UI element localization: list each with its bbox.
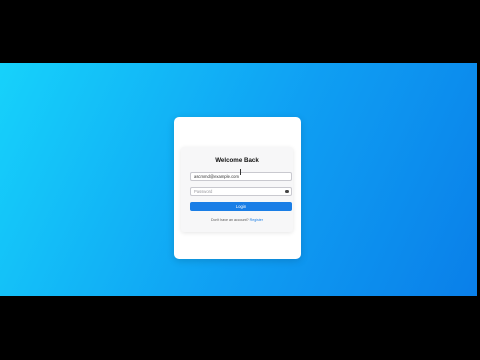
- register-prompt-text: Don't have an account?: [210, 218, 249, 222]
- register-prompt-line: Don't have an account? Register: [181, 218, 293, 223]
- eye-icon[interactable]: [285, 189, 289, 193]
- email-field[interactable]: [190, 172, 292, 181]
- form-title: Welcome Back: [215, 157, 259, 164]
- login-form: Welcome Back Login Don't have an account…: [181, 147, 293, 232]
- page-background: Welcome Back Login Don't have an account…: [0, 63, 477, 296]
- register-link[interactable]: Register: [250, 218, 263, 222]
- login-button[interactable]: Login: [190, 202, 292, 211]
- login-card: Welcome Back Login Don't have an account…: [174, 117, 301, 259]
- text-cursor: [240, 169, 241, 175]
- password-field[interactable]: [190, 187, 292, 196]
